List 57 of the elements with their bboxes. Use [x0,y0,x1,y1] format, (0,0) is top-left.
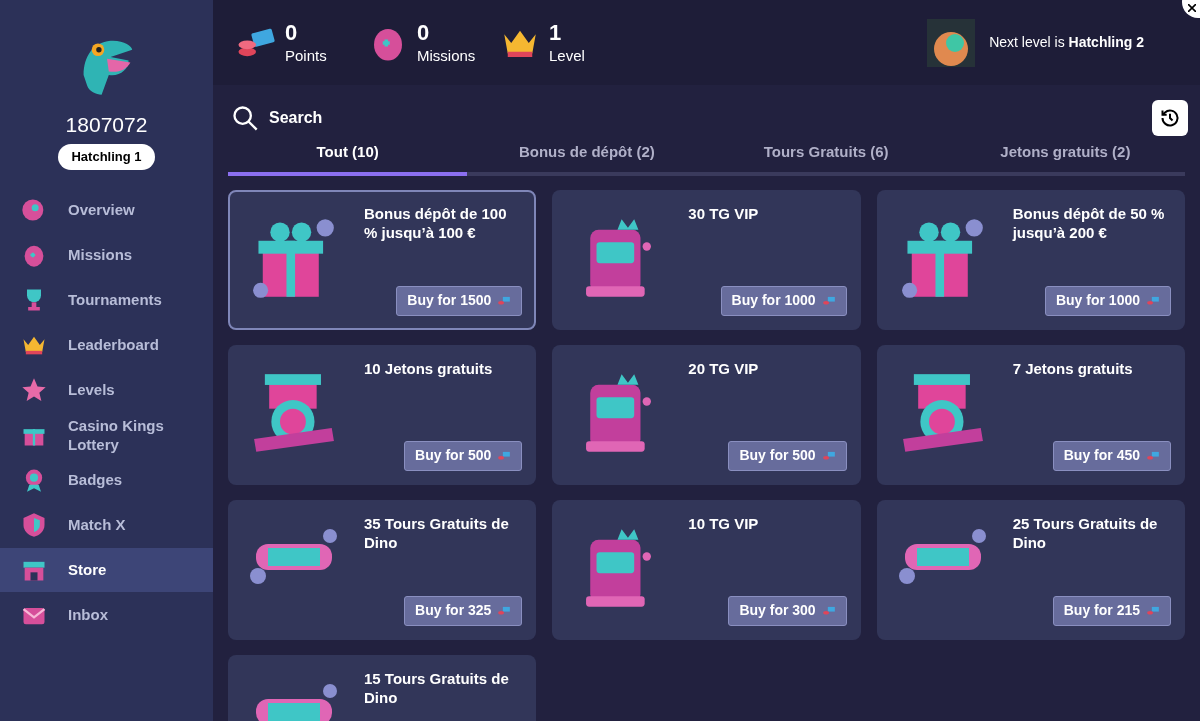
sidebar-item[interactable]: Inbox [0,592,213,637]
stat-value: 1 [549,19,563,47]
offer-card[interactable]: 20 TG VIP Buy for 500 [552,344,861,485]
stat-label: Level [549,46,585,66]
buy-button[interactable]: Buy for 450 [1052,440,1171,471]
history-button[interactable] [1152,100,1188,136]
offer-title: 10 Jetons gratuits [363,358,494,378]
sidebar-item[interactable]: Store [0,547,213,592]
search-field[interactable]: Search [269,106,469,130]
stat-label: Missions [417,46,476,66]
offer-card[interactable]: 35 Tours Gratuits de Dino Buy for 325 [228,499,537,640]
buy-button[interactable]: Buy for 1000 [1044,285,1171,316]
sidebar-item[interactable]: Tournaments [0,277,213,322]
sidebar-item[interactable]: Leaderboard [0,322,213,367]
sidebar-item[interactable]: Badges [0,457,213,502]
buy-button[interactable]: Buy for 1500 [396,285,523,316]
offer-title: 15 Tours Gratuits de Dino [363,668,510,707]
offer-card[interactable]: 30 TG VIP Buy for 1000 [552,189,861,330]
sidebar-item[interactable]: Missions [0,232,213,277]
offer-title: 7 Jetons gratuits [1011,358,1134,378]
sidebar-item[interactable]: Overview [0,187,213,232]
buy-button[interactable]: Buy for 300 [728,595,847,626]
close-icon [1188,4,1196,12]
next-level-text: Next level is Hatchling 2 [989,33,1144,52]
offer-card[interactable]: Bonus dépôt de 100 % jusqu’à 100 € Buy for 1500 [228,189,537,330]
sidebar-item[interactable]: Match X [0,502,213,547]
user-id: 1807072 [64,112,149,138]
buy-button[interactable]: Buy for 325 [404,595,523,626]
offer-card[interactable]: 25 Tours Gratuits de Dino Buy for 215 [876,499,1185,640]
category-tab[interactable]: Jetons gratuits (2) [945,141,1185,176]
buy-button[interactable]: Buy for 500 [404,440,523,471]
stat-value: 0 [417,19,431,47]
stat-label: Points [285,46,327,66]
offer-title: 35 Tours Gratuits de Dino [363,513,510,552]
offer-title: 30 TG VIP [687,203,760,223]
sidebar-item[interactable]: Casino Kings Lottery [0,412,213,457]
offer-card[interactable]: 15 Tours Gratuits de Dino [228,654,537,721]
category-tab[interactable]: Tout (10) [228,141,468,176]
offer-title: 10 TG VIP [687,513,760,533]
search-icon [231,104,259,132]
offer-title: Bonus dépôt de 100 % jusqu’à 100 € [363,203,508,242]
sidebar-item[interactable]: Levels [0,367,213,412]
history-icon [1160,108,1180,128]
offer-card[interactable]: 7 Jetons gratuits Buy for 450 [876,344,1185,485]
stat-value: 0 [285,19,299,47]
category-tab[interactable]: Bonus de dépôt (2) [467,141,707,176]
offer-title: 20 TG VIP [687,358,760,378]
buy-button[interactable]: Buy for 500 [728,440,847,471]
rank-badge: Hatchling 1 [58,144,155,170]
buy-button[interactable]: Buy for 1000 [720,285,847,316]
offer-card[interactable]: Bonus dépôt de 50 % jusqu’à 200 € Buy for 1000 [876,189,1185,330]
category-tab[interactable]: Tours Gratuits (6) [706,141,946,176]
offer-card[interactable]: 10 Jetons gratuits Buy for 500 [228,344,537,485]
buy-button[interactable]: Buy for 215 [1052,595,1171,626]
offer-title: 25 Tours Gratuits de Dino [1011,513,1159,552]
offer-title: Bonus dépôt de 50 % jusqu’à 200 € [1011,203,1166,242]
offer-card[interactable]: 10 TG VIP Buy for 300 [552,499,861,640]
